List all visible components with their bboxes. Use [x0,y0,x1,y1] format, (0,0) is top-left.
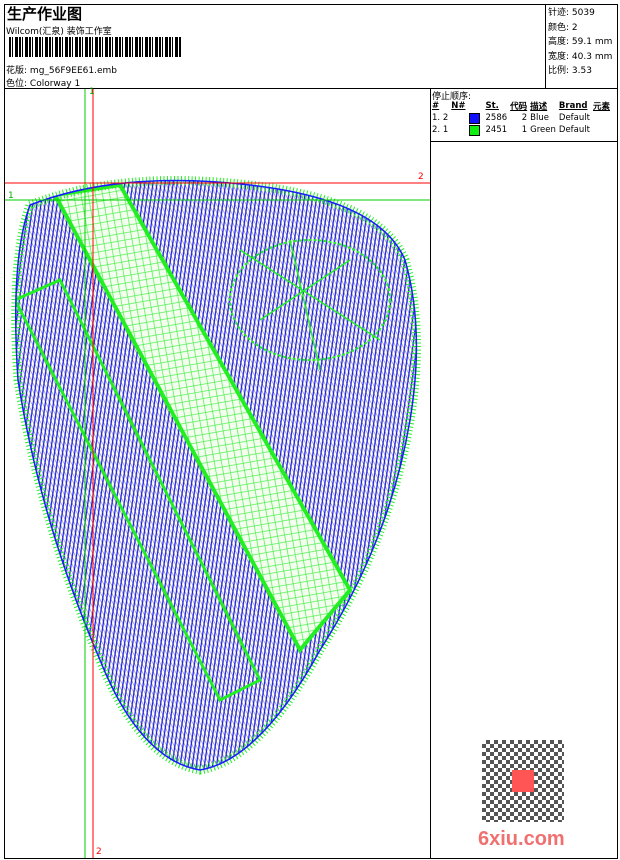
guide-label-h2: 2 [418,172,424,182]
seal-icon [512,770,534,792]
qr-code [482,740,564,822]
embroidery-preview [5,89,430,858]
guide-label-v2: 2 [96,847,102,857]
production-worksheet: 生产作业图 Wilcom(汇泉) 装饰工作室 花版: mg_56F9EE61.e… [0,0,620,860]
guide-label-h1: 1 [8,191,14,201]
embroidery-design [11,176,421,775]
guide-label-v1: 1 [89,87,95,97]
watermark-logo: 6xiu.com [478,828,565,850]
